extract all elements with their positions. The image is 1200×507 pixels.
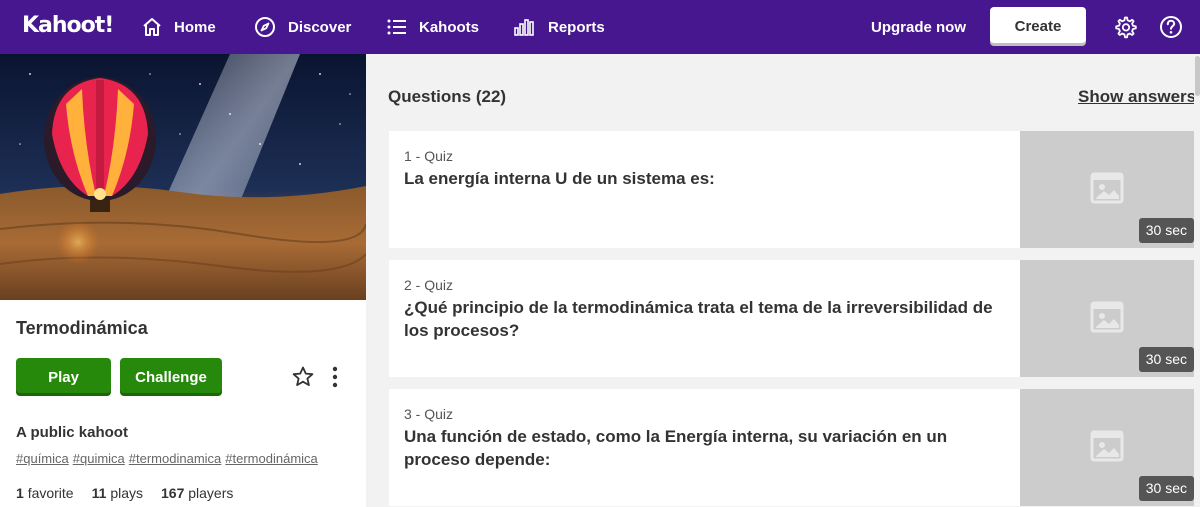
tag-link[interactable]: #quimica (73, 451, 125, 466)
favorites-label: favorite (27, 485, 74, 501)
create-button[interactable]: Create (990, 7, 1086, 46)
plays-stat: 11 plays (92, 485, 143, 501)
question-type-label: 3 - Quiz (404, 406, 454, 422)
nav-kahoots-label: Kahoots (419, 18, 479, 36)
kahoot-logo[interactable]: Kahoot! (22, 13, 114, 38)
show-answers-button[interactable]: Show answers (1078, 87, 1196, 107)
question-card[interactable]: 3 - Quiz Una función de estado, como la … (389, 389, 1194, 506)
favorites-stat: 1 favorite (16, 485, 74, 501)
question-card[interactable]: 2 - Quiz ¿Qué principio de la termodinám… (389, 260, 1194, 377)
tag-link[interactable]: #termodinamica (129, 451, 222, 466)
nav-discover-label: Discover (288, 18, 352, 36)
question-type-label: 1 - Quiz (404, 148, 454, 164)
tag-link[interactable]: #química (16, 451, 69, 466)
question-card[interactable]: 1 - Quiz La energía interna U de un sist… (389, 131, 1194, 248)
question-mark-icon (1160, 16, 1182, 38)
star-icon (292, 366, 314, 386)
vertical-dots-icon (332, 366, 338, 388)
compass-icon (255, 17, 275, 37)
image-placeholder-icon (1090, 301, 1124, 333)
favorite-button[interactable] (291, 365, 315, 389)
challenge-button[interactable]: Challenge (120, 358, 222, 396)
nav-home[interactable]: Home (142, 0, 216, 54)
hot-air-balloon-desert-image (0, 54, 366, 300)
kahoot-stats: 1 favorite 11 plays 167 players (16, 485, 251, 501)
visibility-label: A public kahoot (16, 424, 128, 441)
nav-reports-label: Reports (548, 18, 605, 36)
nav-kahoots[interactable]: Kahoots (387, 0, 479, 54)
image-placeholder-icon (1090, 430, 1124, 462)
help-button[interactable] (1158, 14, 1184, 40)
scrollbar-thumb[interactable] (1195, 56, 1200, 96)
question-text: Una función de estado, como la Energía i… (404, 427, 948, 469)
home-icon (143, 18, 161, 36)
plays-count: 11 (91, 485, 107, 501)
question-image-placeholder: 30 sec (1020, 389, 1194, 506)
tag-list: #química #quimica #termodinamica #termod… (16, 451, 318, 466)
gear-icon (1115, 16, 1137, 39)
more-options-button[interactable] (325, 365, 345, 389)
settings-button[interactable] (1112, 14, 1138, 40)
players-stat: 167 players (161, 485, 233, 501)
nav-home-label: Home (174, 18, 216, 36)
players-count: 167 (161, 485, 185, 501)
question-text: ¿Qué principio de la termodinámica trata… (404, 298, 993, 340)
reports-bar-chart-icon (514, 19, 534, 36)
kahoot-details-panel: Termodinámica Play Challenge A public ka… (0, 54, 366, 507)
tag-link[interactable]: #termodinámica (225, 451, 318, 466)
time-limit-badge: 30 sec (1138, 347, 1194, 372)
nav-discover[interactable]: Discover (254, 0, 351, 54)
question-image-placeholder: 30 sec (1020, 260, 1194, 377)
kahoot-title: Termodinámica (16, 318, 148, 338)
cover-image (0, 54, 366, 300)
top-navigation-bar: Kahoot! Home Discover Kahoots Reports Up… (0, 0, 1200, 54)
play-button[interactable]: Play (16, 358, 111, 396)
nav-reports[interactable]: Reports (514, 0, 605, 54)
question-type-label: 2 - Quiz (404, 277, 454, 293)
question-image-placeholder: 30 sec (1020, 131, 1194, 248)
image-placeholder-icon (1090, 172, 1124, 204)
questions-header: Questions (22) (388, 87, 507, 106)
players-label: players (188, 485, 234, 501)
favorites-count: 1 (16, 485, 24, 501)
scrollbar[interactable] (1194, 54, 1200, 507)
time-limit-badge: 30 sec (1138, 476, 1194, 501)
list-icon (387, 19, 406, 35)
question-text: La energía interna U de un sistema es: (404, 169, 715, 188)
plays-label: plays (110, 485, 143, 501)
upgrade-now-link[interactable]: Upgrade now (871, 0, 966, 54)
time-limit-badge: 30 sec (1138, 218, 1194, 243)
